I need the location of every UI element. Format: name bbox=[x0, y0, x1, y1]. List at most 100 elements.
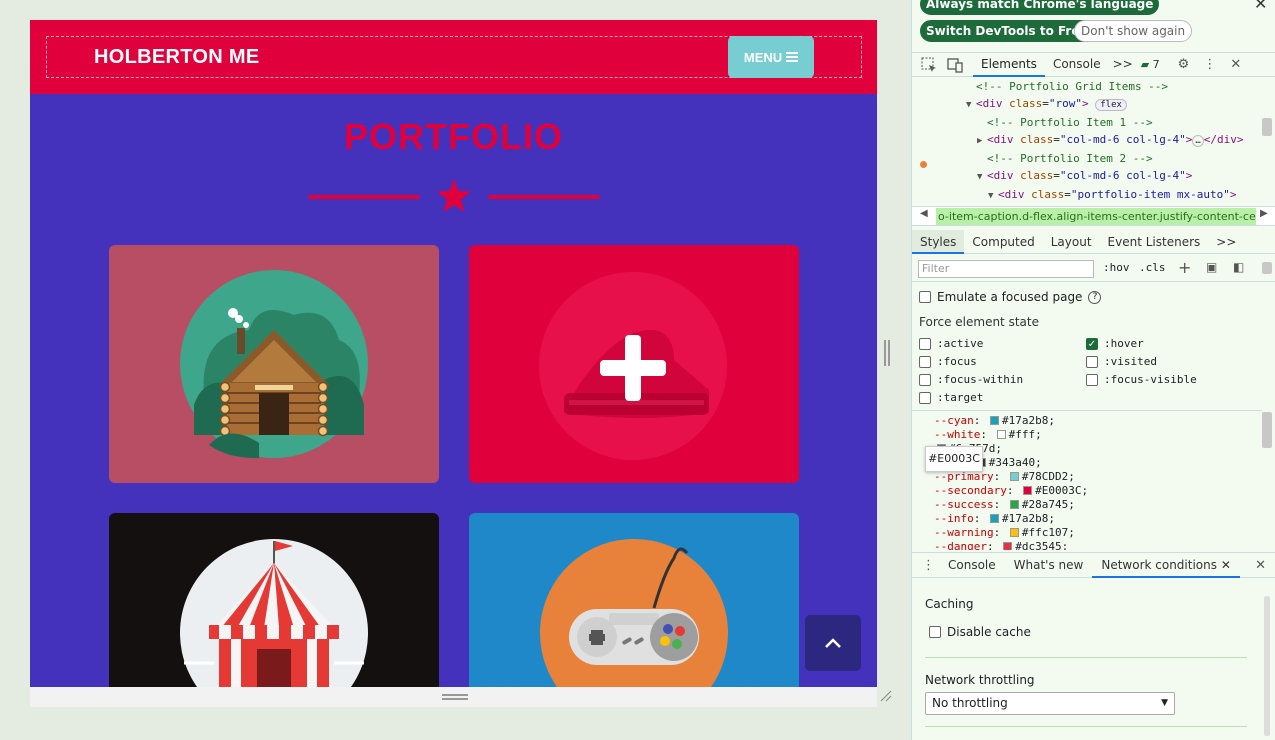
css-variables: --cyan: #17a2b8;--white: #fff;#6c757d;da… bbox=[912, 410, 1262, 550]
disable-cache-label: Disable cache bbox=[947, 625, 1031, 639]
dom-scrollbar[interactable] bbox=[1262, 118, 1272, 136]
css-variable[interactable]: --success: #28a745; bbox=[912, 498, 1262, 512]
expand-arrow-icon[interactable]: ▼ bbox=[966, 97, 976, 114]
dom-node[interactable]: <!-- Portfolio Item 2 --> bbox=[912, 150, 1262, 167]
vertical-resize-grip[interactable] bbox=[442, 694, 468, 700]
css-variable[interactable]: --secondary: #E0003C; bbox=[912, 484, 1262, 498]
portfolio-item-cake[interactable] bbox=[469, 245, 799, 483]
help-icon[interactable]: ? bbox=[1088, 290, 1102, 304]
toggle-sidebar-icon[interactable]: ◧ bbox=[1233, 260, 1244, 274]
state-checkbox[interactable] bbox=[1086, 355, 1098, 368]
expand-arrow-icon[interactable]: ▼ bbox=[988, 188, 998, 200]
styles-tab-computed[interactable]: Computed bbox=[964, 230, 1042, 254]
drawer-tab-whats-new[interactable]: What's new bbox=[1005, 552, 1093, 578]
brand-link[interactable]: HOLBERTON ME bbox=[94, 46, 259, 69]
match-language-button[interactable]: Always match Chrome's language bbox=[920, 0, 1160, 15]
dont-show-again-button[interactable]: Don't show again bbox=[1074, 20, 1193, 42]
settings-icon[interactable]: ⚙ bbox=[1178, 57, 1190, 72]
breadcrumb-left-icon[interactable]: ◀ bbox=[920, 208, 928, 219]
throttling-value: No throttling bbox=[932, 696, 1008, 710]
expand-arrow-icon[interactable]: ▼ bbox=[977, 169, 987, 186]
dom-node[interactable]: ▼ <div class="portfolio-item mx-auto"> bbox=[912, 186, 1262, 200]
force-state-target[interactable]: :target bbox=[919, 391, 983, 404]
issues-counter[interactable]: ▰ 7 bbox=[1137, 52, 1164, 77]
force-state-focus[interactable]: :focus bbox=[919, 355, 977, 368]
styles-tab-[interactable]: >> bbox=[1208, 230, 1244, 254]
hov-toggle[interactable]: :hov bbox=[1103, 261, 1130, 274]
resize-corner-icon[interactable] bbox=[880, 690, 892, 702]
state-checkbox[interactable] bbox=[1086, 373, 1098, 386]
new-rule-icon[interactable]: + bbox=[1178, 258, 1191, 277]
tab-console[interactable]: Console bbox=[1045, 52, 1109, 77]
disable-cache-row[interactable]: Disable cache bbox=[929, 625, 1031, 639]
styles-filter-input[interactable]: Filter bbox=[918, 260, 1094, 278]
color-swatch[interactable] bbox=[996, 430, 1006, 439]
styles-scrollbar[interactable] bbox=[1262, 412, 1272, 448]
color-swatch[interactable] bbox=[990, 416, 999, 425]
state-checkbox[interactable] bbox=[919, 337, 931, 350]
breadcrumb[interactable]: o-item-caption.d-flex.align-items-center… bbox=[936, 208, 1256, 225]
emulate-focus-row[interactable]: Emulate a focused page ? bbox=[919, 290, 1102, 304]
drawer-tab-network-conditions[interactable]: Network conditions ✕ bbox=[1092, 552, 1240, 578]
disable-cache-checkbox[interactable] bbox=[929, 626, 941, 638]
dom-node[interactable]: ▶ <div class="col-md-6 col-lg-4">… </div> bbox=[912, 131, 1262, 150]
force-state-visited[interactable]: :visited bbox=[1086, 355, 1157, 368]
drawer-menu-icon[interactable]: ⋮ bbox=[922, 558, 935, 573]
css-variable[interactable]: --info: #17a2b8; bbox=[912, 512, 1262, 526]
drawer-tab-console[interactable]: Console bbox=[939, 552, 1005, 578]
force-state-focus-visible[interactable]: :focus-visible bbox=[1086, 373, 1197, 386]
more-tabs-icon[interactable]: >> bbox=[1109, 52, 1137, 77]
close-drawer-icon[interactable]: ✕ bbox=[1255, 558, 1266, 573]
portfolio-item-game[interactable] bbox=[469, 513, 799, 687]
horizontal-resize-grip[interactable] bbox=[884, 340, 890, 366]
scroll-to-top-button[interactable] bbox=[805, 615, 861, 671]
close-devtools-icon[interactable]: ✕ bbox=[1230, 57, 1241, 72]
css-variable[interactable]: --warning: #ffc107; bbox=[912, 526, 1262, 540]
cls-toggle[interactable]: .cls bbox=[1139, 261, 1166, 274]
portfolio-item-cabin[interactable] bbox=[109, 245, 439, 483]
dom-node[interactable]: <!-- Portfolio Grid Items --> bbox=[912, 78, 1262, 95]
expand-arrow-icon[interactable]: ▶ bbox=[977, 133, 987, 150]
styles-tab-styles[interactable]: Styles bbox=[912, 229, 965, 254]
color-swatch[interactable] bbox=[1009, 472, 1019, 481]
css-variable[interactable]: --danger: #dc3545; bbox=[912, 540, 1262, 550]
color-swatch[interactable] bbox=[1009, 528, 1019, 537]
css-variable[interactable]: --cyan: #17a2b8; bbox=[912, 414, 1262, 428]
breakpoint-dot bbox=[920, 161, 927, 168]
network-throttling-title: Network throttling bbox=[925, 673, 1035, 687]
styles-scrollbar-top[interactable] bbox=[1262, 262, 1272, 274]
state-checkbox[interactable] bbox=[919, 391, 931, 404]
menu-button[interactable]: MENU bbox=[728, 36, 814, 78]
device-toolbar-icon[interactable] bbox=[947, 57, 963, 73]
color-swatch[interactable] bbox=[1003, 542, 1013, 550]
dom-node[interactable]: <!-- Portfolio Item 1 --> bbox=[912, 114, 1262, 131]
state-checkbox[interactable] bbox=[919, 355, 931, 368]
close-banner-icon[interactable]: ✕ bbox=[1254, 0, 1267, 13]
force-state-active[interactable]: :active bbox=[919, 337, 983, 350]
dom-node[interactable]: ▼ <div class="row"> flex bbox=[912, 95, 1262, 114]
portfolio-item-circus[interactable] bbox=[109, 513, 439, 687]
color-swatch[interactable] bbox=[1009, 500, 1019, 509]
network-throttling-select[interactable]: No throttling ▼ bbox=[925, 692, 1175, 715]
css-variable[interactable]: --primary: #78CDD2; bbox=[912, 470, 1262, 484]
game-controller-image bbox=[540, 539, 728, 687]
tab-elements[interactable]: Elements bbox=[973, 52, 1045, 77]
dom-node[interactable]: ▼ <div class="col-md-6 col-lg-4"> bbox=[912, 167, 1262, 186]
color-swatch[interactable] bbox=[990, 514, 999, 523]
state-checkbox[interactable] bbox=[919, 373, 931, 386]
inspect-element-icon[interactable] bbox=[921, 57, 937, 73]
state-checkbox[interactable]: ✓ bbox=[1086, 337, 1098, 350]
close-tab-icon[interactable]: ✕ bbox=[1221, 558, 1231, 572]
force-state-focus-within[interactable]: :focus-within bbox=[919, 373, 1023, 386]
color-swatch[interactable] bbox=[1023, 486, 1033, 495]
flex-badge[interactable]: flex bbox=[1095, 99, 1127, 111]
emulate-focus-checkbox[interactable] bbox=[919, 291, 931, 303]
styles-tab-layout[interactable]: Layout bbox=[1043, 230, 1100, 254]
styles-tab-event-listeners[interactable]: Event Listeners bbox=[1100, 230, 1209, 254]
kebab-menu-icon[interactable]: ⋮ bbox=[1203, 57, 1216, 72]
force-state-hover[interactable]: ✓:hover bbox=[1086, 337, 1144, 350]
drawer-scrollbar[interactable] bbox=[1264, 596, 1270, 736]
breadcrumb-right-icon[interactable]: ▶ bbox=[1260, 208, 1268, 219]
css-variable[interactable]: --white: #fff; bbox=[912, 428, 1262, 442]
paint-brush-icon[interactable]: ▣ bbox=[1206, 260, 1217, 274]
